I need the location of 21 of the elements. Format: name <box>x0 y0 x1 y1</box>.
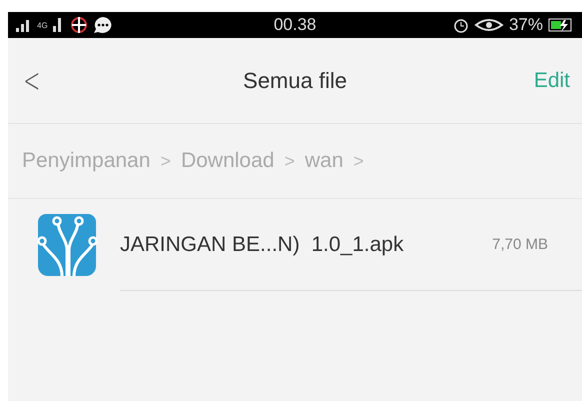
breadcrumb-separator: > <box>160 150 171 172</box>
screen-title: Semua file <box>242 68 348 94</box>
battery-charging-icon <box>548 17 574 33</box>
file-size: 7,70 MB <box>492 236 548 253</box>
breadcrumb-item[interactable]: Download <box>180 149 274 173</box>
battery-percent: 37% <box>508 15 543 35</box>
app-notification-icon <box>70 16 88 34</box>
breadcrumb-item[interactable]: wan <box>304 149 344 173</box>
file-name[interactable]: JARINGAN BE...N) 1.0_1.apk <box>120 232 492 256</box>
network-type: 4G <box>37 20 48 30</box>
breadcrumb-separator: > <box>353 150 364 172</box>
breadcrumb-item[interactable]: Penyimpanan <box>22 149 150 173</box>
eye-icon <box>474 18 504 32</box>
breadcrumb-separator: > <box>284 150 295 172</box>
clock-time: 00.38 <box>274 15 316 35</box>
back-button[interactable]: < <box>16 60 40 100</box>
alarm-clock-icon <box>452 17 469 33</box>
signal-icon <box>16 18 32 32</box>
edit-button[interactable]: Edit <box>528 68 582 94</box>
chat-bubble-icon <box>92 16 113 34</box>
app-icon <box>36 212 98 278</box>
